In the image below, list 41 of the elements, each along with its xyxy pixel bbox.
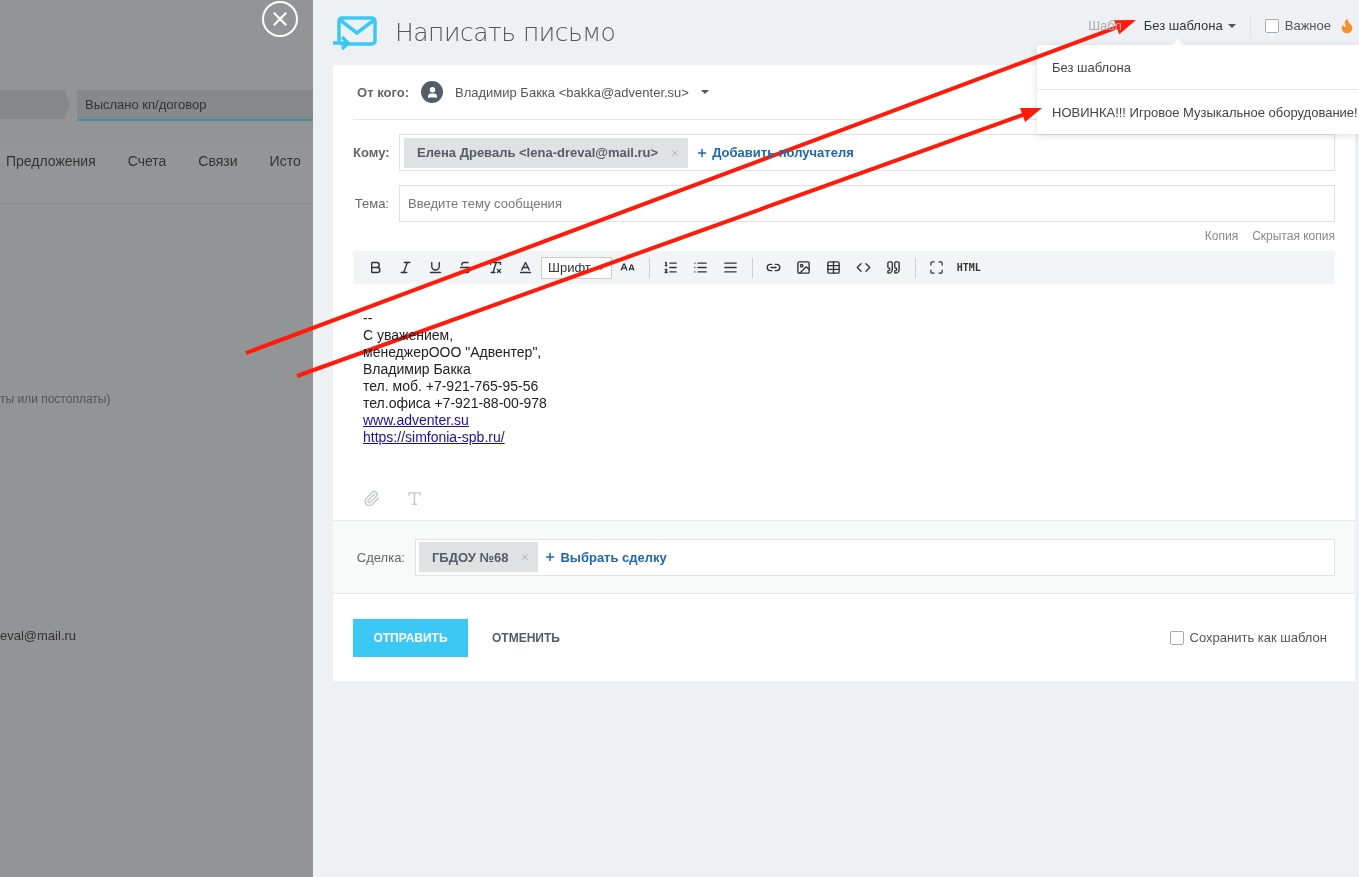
deal-label: Сделка:	[355, 549, 405, 565]
copy-link[interactable]: Скрытая копия	[1252, 229, 1335, 243]
copy-link[interactable]: Копия	[1204, 229, 1239, 243]
avatar-icon	[421, 81, 443, 103]
signature-link[interactable]: www.adventer.su	[363, 412, 469, 429]
cancel-button[interactable]: ОТМЕНИТЬ	[486, 629, 566, 646]
close-button[interactable]	[262, 1, 298, 37]
important-checkbox[interactable]: Важное	[1264, 18, 1331, 33]
save-template-checkbox[interactable]: Сохранить как шаблон	[1169, 630, 1327, 645]
select-deal-link[interactable]: Выбрать сделку	[544, 549, 667, 565]
email-text: eval@mail.ru	[0, 628, 78, 643]
sender-select[interactable]: Владимир Бакка <bakka@adventer.su>	[455, 84, 689, 100]
to-label: Кому:	[353, 145, 389, 160]
tab[interactable]: Счета	[127, 143, 167, 169]
signature-line: менеджерООО "Адвентер",	[363, 344, 542, 361]
dialog-title: Написать письмо	[395, 18, 616, 47]
flame-icon	[1339, 17, 1355, 34]
plus-icon	[696, 146, 709, 159]
signature-line: --	[363, 310, 373, 327]
tab[interactable]: Связи	[198, 143, 238, 169]
recipient-field[interactable]: Елена Древаль <lena-dreval@mail.ru> Добавить получателя	[399, 134, 1335, 171]
template-select[interactable]: Без шаблона	[1143, 18, 1236, 33]
plus-icon	[544, 551, 557, 563]
signature-link[interactable]: https://simfonia-spb.ru/	[363, 429, 505, 446]
subject-label: Тема:	[353, 196, 389, 211]
stage-step[interactable]: Выслано кп/договор	[77, 90, 313, 121]
from-label: От кого:	[356, 84, 409, 100]
menu-item[interactable]: Без шаблона	[1037, 45, 1359, 89]
recipient-tag: Елена Древаль <lena-dreval@mail.ru>	[404, 137, 689, 168]
html-button[interactable]: HTML	[952, 262, 985, 273]
subject-field[interactable]: Введите тему сообщения	[399, 185, 1335, 222]
deal-tag: ГБДОУ №68	[419, 542, 539, 572]
signature-line: тел.офиса +7-921-88-00-978	[363, 395, 547, 412]
deal-field[interactable]: ГБДОУ №68 Выбрать сделку	[415, 538, 1335, 576]
signature-line: Владимир Бакка	[363, 361, 471, 378]
tab[interactable]: Исто	[269, 143, 301, 169]
add-recipient-link[interactable]: Добавить получателя	[696, 145, 854, 160]
field-text: ты или постоплаты)	[0, 392, 112, 406]
signature-line: тел. моб. +7-921-765-95-56	[363, 378, 539, 395]
mail-icon	[333, 15, 377, 50]
tab[interactable]: Предложения	[0, 143, 96, 169]
